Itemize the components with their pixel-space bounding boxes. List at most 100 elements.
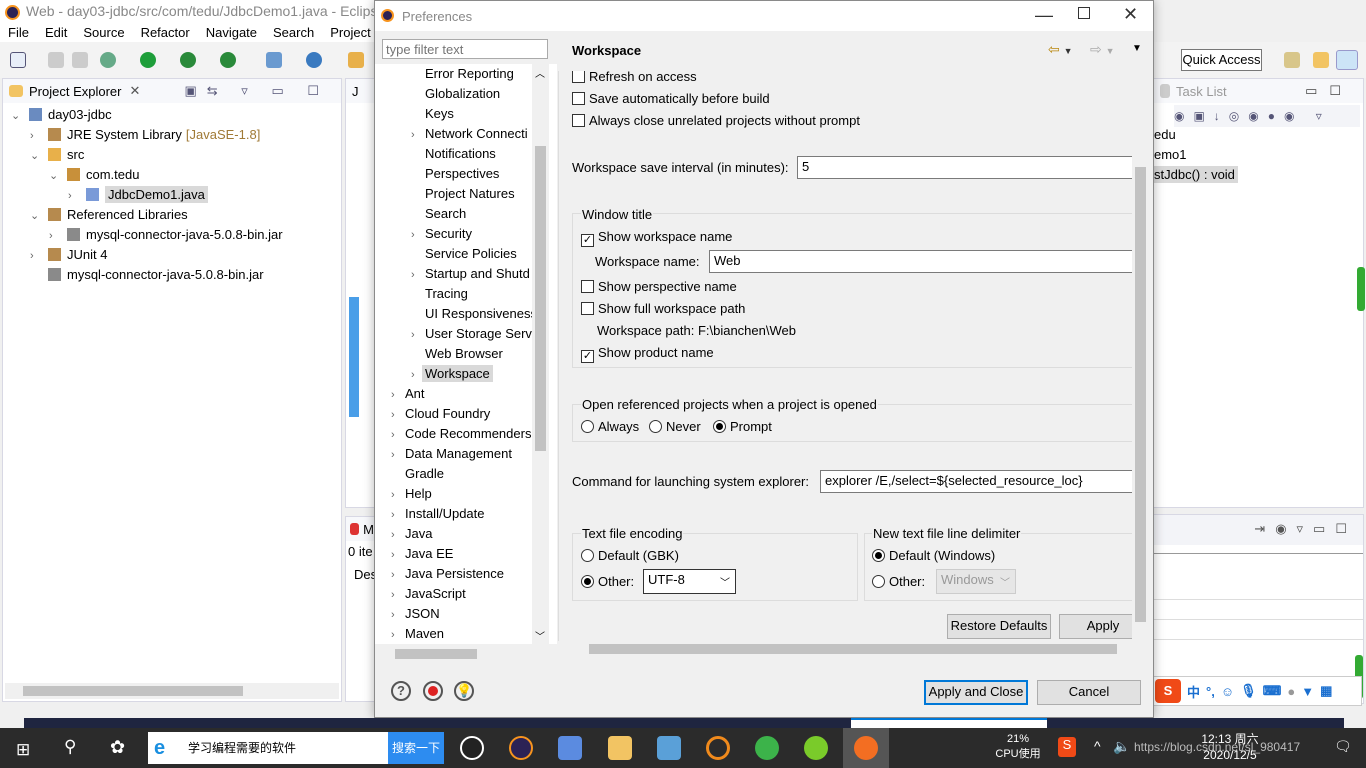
preferences-tree-item[interactable]: › Install/Update xyxy=(391,504,485,524)
run-icon[interactable] xyxy=(140,52,156,68)
project-tree-item[interactable]: ⌄ day03-jdbc xyxy=(11,105,112,125)
chevron-down-icon[interactable]: ⌄ xyxy=(30,146,44,166)
chevron-right-icon[interactable]: › xyxy=(391,445,405,465)
menu-source[interactable]: Source xyxy=(75,24,132,42)
ime-mode-toggle[interactable]: 中 xyxy=(1187,682,1200,701)
project-tree-item[interactable]: mysql-connector-java-5.0.8-bin.jar xyxy=(30,265,264,285)
outline-item-selected[interactable]: stJdbc() : void xyxy=(1154,166,1238,183)
new-server-icon[interactable] xyxy=(266,52,282,68)
chevron-right-icon[interactable]: › xyxy=(49,226,63,246)
preferences-tree-item[interactable]: › Network Connecti xyxy=(411,124,528,144)
project-tree-item[interactable]: › JdbcDemo1.java xyxy=(68,185,208,205)
preferences-tree-item[interactable]: › Security xyxy=(411,224,472,244)
encoding-select[interactable]: UTF-8 ﹀ xyxy=(643,569,736,594)
workspace-name-input[interactable]: Web xyxy=(709,250,1148,273)
preferences-tree-item[interactable]: › Cloud Foundry xyxy=(391,404,490,424)
console-toolbar-icons[interactable]: ⇥◉▿▭☐ xyxy=(1154,515,1363,545)
open-ref-prompt-radio[interactable]: Prompt xyxy=(713,419,772,434)
preferences-tree-item[interactable]: Tracing xyxy=(411,284,468,304)
preferences-tree-item[interactable]: Search xyxy=(411,204,466,224)
project-tree-item[interactable]: ⌄ Referenced Libraries xyxy=(30,205,188,225)
preferences-tree-item[interactable]: › User Storage Serv xyxy=(411,324,532,344)
view-toolbar-icons[interactable]: ▣⇆ ▿ ▭ ☐ xyxy=(185,83,329,99)
project-tree-item[interactable]: › mysql-connector-java-5.0.8-bin.jar xyxy=(49,225,283,245)
refresh-on-access-checkbox[interactable]: Refresh on access xyxy=(572,71,697,84)
preferences-tree-item[interactable]: › Java Persistence xyxy=(391,564,504,584)
preferences-tree-item[interactable]: Gradle xyxy=(391,464,444,484)
new-icon[interactable] xyxy=(10,52,26,68)
back-icon[interactable]: ⇦ ▼ xyxy=(1048,41,1073,58)
project-tree-item[interactable]: › JUnit 4 xyxy=(30,245,107,265)
scroll-down-icon[interactable]: ﹀ xyxy=(535,628,545,643)
problems-tab[interactable]: M xyxy=(346,517,374,541)
chevron-right-icon[interactable]: › xyxy=(391,585,405,605)
preferences-tree-item[interactable]: › JSON xyxy=(391,604,440,624)
chevron-right-icon[interactable]: › xyxy=(391,625,405,644)
sogou-tray-icon[interactable]: S xyxy=(1058,737,1076,757)
show-product-name-checkbox[interactable]: ✓ Show product name xyxy=(581,345,714,363)
external-tools-icon[interactable] xyxy=(220,52,236,68)
chevron-right-icon[interactable]: › xyxy=(391,565,405,585)
task-view-icon[interactable]: ✿ xyxy=(110,737,125,758)
chevron-right-icon[interactable]: › xyxy=(391,545,405,565)
search-icon[interactable]: ⚲ xyxy=(64,737,76,757)
chevron-right-icon[interactable]: › xyxy=(68,186,82,206)
preferences-tree-item[interactable]: › Startup and Shutd xyxy=(411,264,530,284)
microphone-icon[interactable]: 🎙 xyxy=(1240,683,1257,699)
browser-search-box[interactable]: e 学习编程需要的软件 xyxy=(148,732,388,764)
archive-icon[interactable] xyxy=(657,736,681,760)
preferences-tree-item[interactable]: › Data Management xyxy=(391,444,512,464)
preferences-tree-item[interactable]: › JavaScript xyxy=(391,584,466,604)
explorer-command-input[interactable]: explorer /E,/select=${selected_resource_… xyxy=(820,470,1148,493)
chevron-down-icon[interactable]: ⌄ xyxy=(30,206,44,226)
outline-toolbar-icons[interactable]: ◉▣↓◎◉●◉ ▿ xyxy=(1174,105,1360,127)
preferences-tree-item[interactable]: › Java xyxy=(391,524,432,544)
clock[interactable]: 12:13 周六 2020/12/5 xyxy=(1198,731,1262,763)
chevron-down-icon[interactable]: ⌄ xyxy=(49,166,63,186)
filter-input[interactable] xyxy=(382,39,548,59)
menu-project[interactable]: Project xyxy=(322,24,378,42)
menu-refactor[interactable]: Refactor xyxy=(133,24,198,42)
project-tree-item[interactable]: ⌄ src xyxy=(30,145,84,165)
tips-icon[interactable]: 💡 xyxy=(454,681,474,701)
close-unrelated-checkbox[interactable]: Always close unrelated projects without … xyxy=(572,113,860,128)
show-full-path-checkbox[interactable]: Show full workspace path xyxy=(581,301,745,316)
volume-icon[interactable]: 🔈 xyxy=(1113,738,1130,755)
encoding-default-radio[interactable]: Default (GBK) xyxy=(581,548,679,563)
delimiter-other-radio[interactable]: Other: xyxy=(872,574,925,589)
scroll-thumb[interactable] xyxy=(589,644,1117,654)
save-before-build-checkbox[interactable]: Save automatically before build xyxy=(572,91,770,106)
chevron-right-icon[interactable]: › xyxy=(30,126,44,146)
open-perspective-icon[interactable] xyxy=(1284,52,1300,68)
delimiter-select[interactable]: Windows ﹀ xyxy=(936,569,1016,594)
apply-and-close-button[interactable]: Apply and Close xyxy=(924,680,1028,705)
project-tree-item[interactable]: › JRE System Library [JavaSE-1.8] xyxy=(30,125,260,145)
page-vscroll[interactable] xyxy=(1132,71,1149,641)
save-icon[interactable] xyxy=(48,52,64,68)
record-macro-icon[interactable] xyxy=(423,681,443,701)
tree-hscroll[interactable] xyxy=(377,646,532,661)
help-icon[interactable]: ? xyxy=(391,681,411,701)
project-explorer-hscroll[interactable] xyxy=(5,683,339,699)
chevron-right-icon[interactable]: › xyxy=(391,605,405,625)
delimiter-default-radio[interactable]: Default (Windows) xyxy=(872,548,995,563)
page-hscroll[interactable] xyxy=(573,641,1133,656)
quick-access-input[interactable]: Quick Access xyxy=(1181,49,1262,71)
menu-file[interactable]: File xyxy=(0,24,37,42)
preferences-tree-item[interactable]: Notifications xyxy=(411,144,496,164)
firefox-task-active[interactable] xyxy=(843,728,889,768)
maximize-icon[interactable] xyxy=(1078,7,1090,19)
preferences-tree-item[interactable]: Keys xyxy=(411,104,454,124)
scroll-thumb[interactable] xyxy=(23,686,243,696)
show-perspective-name-checkbox[interactable]: Show perspective name xyxy=(581,279,737,294)
debug-icon[interactable] xyxy=(100,52,116,68)
toolbox-icon[interactable]: ▦ xyxy=(1320,683,1332,699)
show-hidden-icons-chevron[interactable]: ^ xyxy=(1094,738,1101,754)
sogou-logo-icon[interactable]: S xyxy=(1155,679,1181,703)
skin-icon[interactable]: ▼ xyxy=(1301,684,1314,699)
chevron-right-icon[interactable]: › xyxy=(391,385,405,405)
notepad-icon[interactable] xyxy=(755,736,779,760)
chevron-right-icon[interactable]: › xyxy=(391,405,405,425)
scroll-thumb[interactable] xyxy=(1135,167,1146,622)
notification-icon[interactable]: 🗨 xyxy=(1334,738,1352,755)
